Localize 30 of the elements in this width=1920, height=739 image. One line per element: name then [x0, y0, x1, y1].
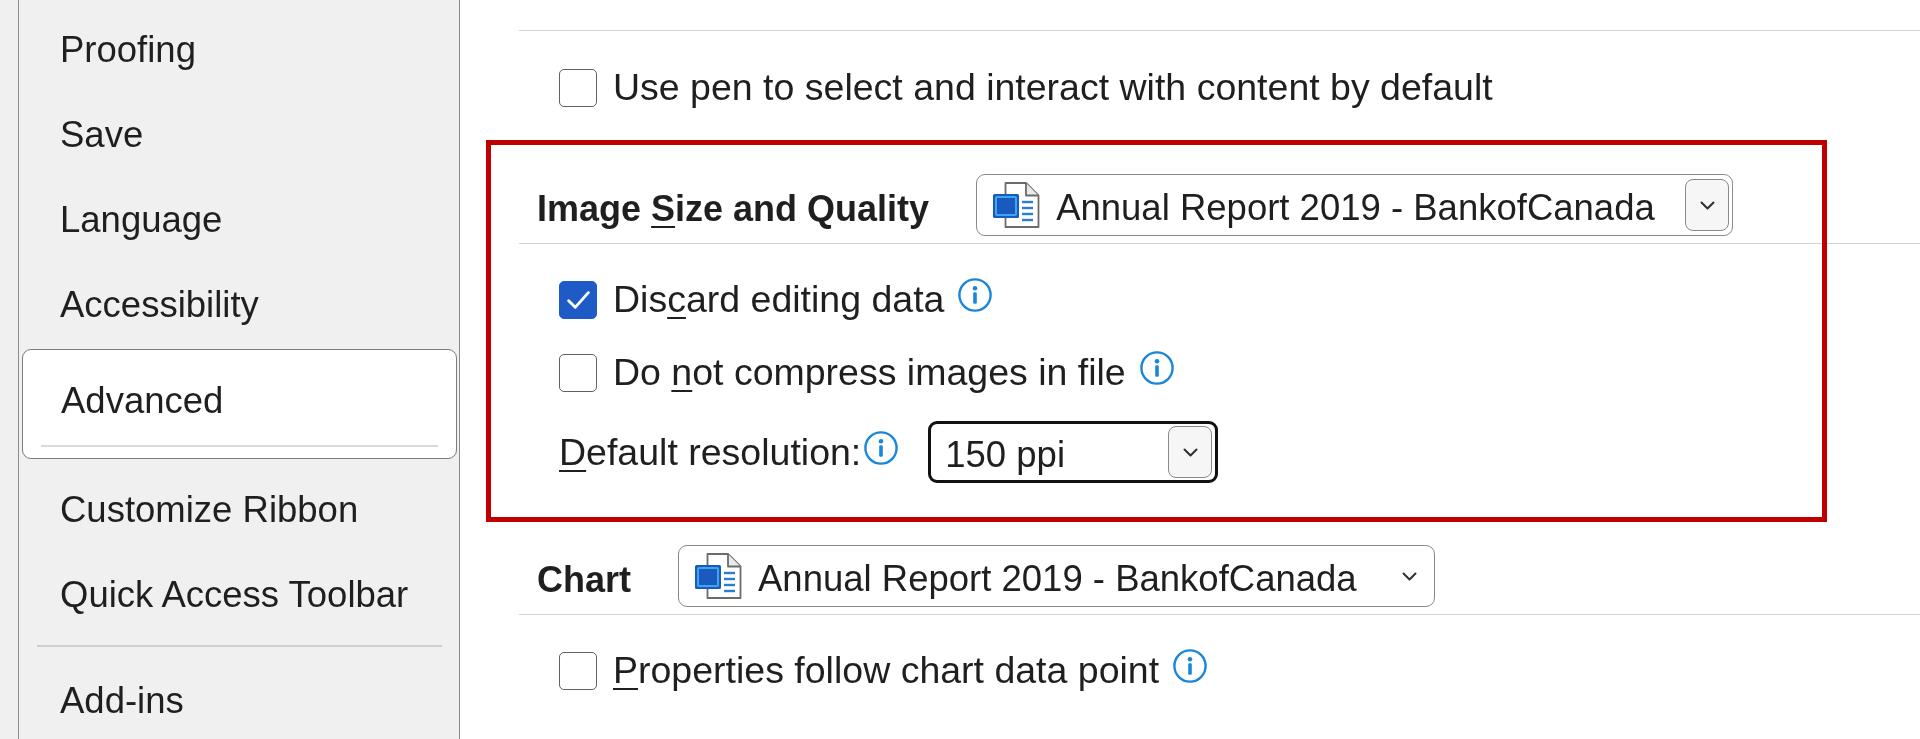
dropdown-button[interactable] — [1168, 426, 1213, 478]
field-label: Default resolution: — [559, 429, 862, 475]
checkmark-icon — [566, 290, 590, 309]
checkbox-label[interactable]: Use pen to select and interact with content by default — [613, 65, 1493, 110]
section-heading: Image Size and Quality — [537, 187, 930, 231]
sidebar-item[interactable]: Add-ins — [19, 658, 459, 739]
document-icon — [992, 182, 1041, 228]
checkbox[interactable] — [559, 651, 597, 690]
checkbox-label[interactable]: Properties follow chart data point — [613, 648, 1160, 693]
checkbox-label[interactable]: Do not compress images in file — [613, 350, 1126, 395]
sidebar-item[interactable]: Proofing — [19, 7, 459, 92]
checkbox[interactable] — [559, 68, 597, 107]
document-icon — [694, 553, 742, 599]
section-heading: Chart — [537, 558, 631, 602]
document-dropdown[interactable]: Annual Report 2019 - BankofCanada — [976, 174, 1734, 236]
sidebar-item[interactable]: Quick Access Toolbar — [19, 552, 459, 637]
sidebar-item[interactable]: Accessibility — [19, 262, 459, 347]
checkbox[interactable] — [559, 280, 597, 319]
checkbox[interactable] — [559, 353, 597, 392]
dropdown-button[interactable] — [1685, 179, 1730, 231]
sidebar-item[interactable]: Save — [19, 92, 459, 177]
sidebar-item[interactable]: Advanced — [22, 349, 457, 459]
chevron-icon — [1401, 571, 1417, 581]
resolution-dropdown[interactable]: 150 ppi — [928, 421, 1219, 483]
document-dropdown[interactable]: Annual Report 2019 - BankofCanada — [678, 545, 1435, 607]
checkbox-label[interactable]: Discard editing data — [613, 277, 945, 322]
sidebar-item[interactable]: Language — [19, 177, 459, 262]
chevron-icon — [1182, 447, 1198, 457]
chevron-icon — [1699, 200, 1715, 210]
sidebar-item[interactable]: Customize Ribbon — [19, 467, 459, 552]
